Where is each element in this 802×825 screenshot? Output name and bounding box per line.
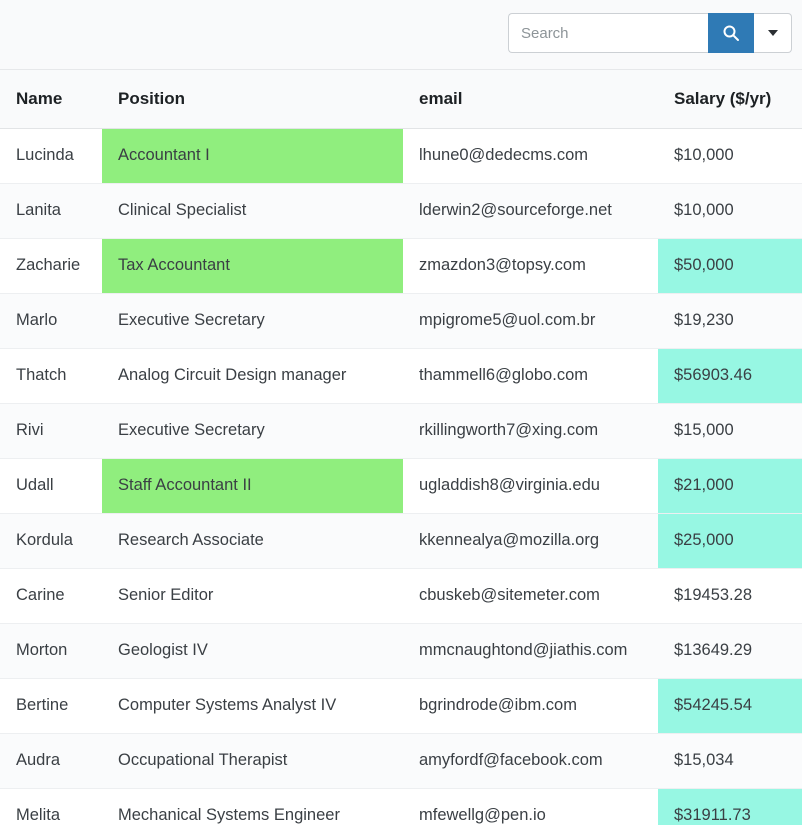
employee-table: Name Position email Salary ($/yr) Lucind… [0, 70, 802, 825]
cell-position: Clinical Specialist [102, 183, 403, 239]
cell-position: Research Associate [102, 513, 403, 569]
cell-email: mpigrome5@uol.com.br [403, 293, 658, 349]
cell-name: Udall [0, 458, 102, 514]
search-icon [722, 24, 740, 42]
cell-salary: $56903.46 [658, 348, 802, 404]
cell-salary: $10,000 [658, 183, 802, 239]
cell-position: Analog Circuit Design manager [102, 348, 403, 404]
column-header-name[interactable]: Name [0, 70, 102, 129]
column-header-email[interactable]: email [403, 70, 658, 129]
table-header-row: Name Position email Salary ($/yr) [0, 70, 802, 129]
cell-name: Bertine [0, 678, 102, 734]
cell-email: kkennealya@mozilla.org [403, 513, 658, 569]
table-row[interactable]: Lucinda Accountant Ilhune0@dedecms.com $10… [0, 128, 802, 184]
cell-position: Executive Secretary [102, 293, 403, 349]
cell-name: Rivi [0, 403, 102, 459]
cell-name: Lucinda [0, 128, 102, 184]
cell-salary: $13649.29 [658, 623, 802, 679]
cell-position: Occupational Therapist [102, 733, 403, 789]
table-row[interactable]: Bertine Computer Systems Analyst IV bgrind… [0, 678, 802, 734]
table-row[interactable]: Rivi Executive Secretary rkillingworth7@xi… [0, 403, 802, 459]
search-options-dropdown-button[interactable] [754, 13, 792, 53]
table-row[interactable]: Melita Mechanical Systems Engineer mfewell… [0, 788, 802, 825]
cell-name: Carine [0, 568, 102, 624]
cell-salary: $15,034 [658, 733, 802, 789]
cell-position: Mechanical Systems Engineer [102, 788, 403, 825]
cell-salary: $10,000 [658, 128, 802, 184]
cell-email: mmcnaughtond@jiathis.com [403, 623, 658, 679]
cell-position: Tax Accountant [102, 238, 403, 294]
table-header: Name Position email Salary ($/yr) [0, 70, 802, 129]
cell-name: Marlo [0, 293, 102, 349]
cell-email: cbuskeb@sitemeter.com [403, 568, 658, 624]
cell-salary: $50,000 [658, 238, 802, 294]
cell-name: Melita [0, 788, 102, 825]
table-row[interactable]: Carine Senior Editor cbuskeb@sitemeter.com… [0, 568, 802, 624]
cell-name: Lanita [0, 183, 102, 239]
table-row[interactable]: Zacharie Tax Accountant zmazdon3@topsy.com… [0, 238, 802, 294]
cell-email: rkillingworth7@xing.com [403, 403, 658, 459]
table-row[interactable]: Audra Occupational Therapist amyfordf@face… [0, 733, 802, 789]
chevron-down-icon [767, 30, 778, 36]
cell-email: ugladdish8@virginia.edu [403, 458, 658, 514]
cell-email: lderwin2@sourceforge.net [403, 183, 658, 239]
search-group [508, 13, 792, 53]
cell-salary: $31911.73 [658, 788, 802, 825]
cell-salary: $54245.54 [658, 678, 802, 734]
cell-name: Thatch [0, 348, 102, 404]
cell-email: zmazdon3@topsy.com [403, 238, 658, 294]
cell-email: mfewellg@pen.io [403, 788, 658, 825]
cell-email: lhune0@dedecms.com [403, 128, 658, 184]
table-body: Lucinda Accountant Ilhune0@dedecms.com $10… [0, 128, 802, 825]
table-row[interactable]: Lanita Clinical Specialist lderwin2@source… [0, 183, 802, 239]
search-button[interactable] [708, 13, 754, 53]
cell-position: Geologist IV [102, 623, 403, 679]
table-toolbar [0, 0, 802, 70]
table-row[interactable]: Thatch Analog Circuit Design manager thamm… [0, 348, 802, 404]
cell-salary: $19453.28 [658, 568, 802, 624]
cell-email: thammell6@globo.com [403, 348, 658, 404]
table-row[interactable]: Marlo Executive Secretary mpigrome5@uol.co… [0, 293, 802, 349]
search-input[interactable] [508, 13, 708, 53]
cell-name: Kordula [0, 513, 102, 569]
table-row[interactable]: Morton Geologist IV mmcnaughtond@jiathis.c… [0, 623, 802, 679]
cell-email: amyfordf@facebook.com [403, 733, 658, 789]
cell-salary: $25,000 [658, 513, 802, 569]
cell-email: bgrindrode@ibm.com [403, 678, 658, 734]
column-header-salary[interactable]: Salary ($/yr) [658, 70, 802, 129]
cell-salary: $15,000 [658, 403, 802, 459]
column-header-position[interactable]: Position [102, 70, 403, 129]
table-row[interactable]: Udall Staff Accountant II ugladdish8@virgi… [0, 458, 802, 514]
cell-position: Accountant I [102, 128, 403, 184]
cell-name: Audra [0, 733, 102, 789]
cell-position: Computer Systems Analyst IV [102, 678, 403, 734]
cell-name: Morton [0, 623, 102, 679]
cell-position: Staff Accountant II [102, 458, 403, 514]
table-row[interactable]: Kordula Research Associate kkennealya@mozi… [0, 513, 802, 569]
cell-position: Senior Editor [102, 568, 403, 624]
cell-salary: $21,000 [658, 458, 802, 514]
cell-name: Zacharie [0, 238, 102, 294]
cell-position: Executive Secretary [102, 403, 403, 459]
cell-salary: $19,230 [658, 293, 802, 349]
page-root: Name Position email Salary ($/yr) Lucind… [0, 0, 802, 825]
